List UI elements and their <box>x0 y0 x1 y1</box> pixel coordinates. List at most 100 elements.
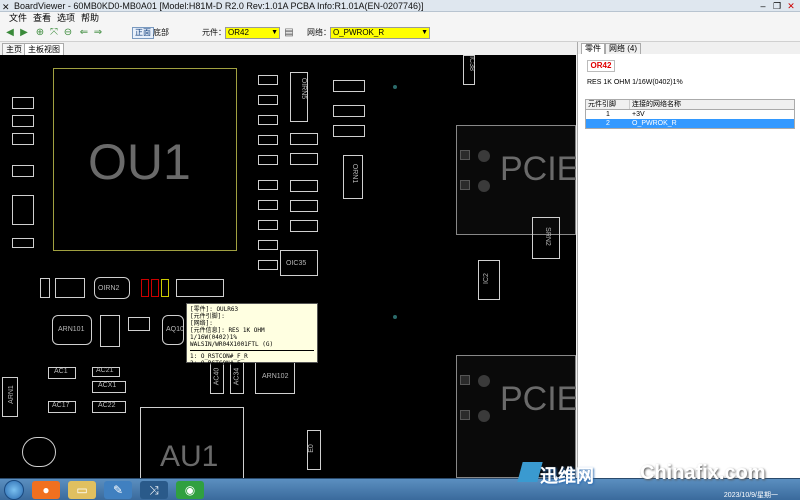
firefox-icon[interactable]: ● <box>32 481 60 499</box>
component[interactable] <box>55 278 85 298</box>
component[interactable] <box>22 437 56 467</box>
part-label: OIRN2 <box>98 285 120 292</box>
watermark-en: Chinafix.com <box>640 462 766 484</box>
highlighted-component[interactable] <box>161 279 169 297</box>
component[interactable] <box>12 115 34 127</box>
part-label: E0 <box>307 444 315 453</box>
close-button[interactable]: ✕ <box>784 0 798 12</box>
component[interactable] <box>290 200 318 212</box>
component[interactable] <box>128 317 150 331</box>
panel-tabs: 零件 网络 (4) <box>578 42 800 54</box>
zoom-in-icon[interactable]: ⊕ <box>34 27 46 39</box>
component[interactable] <box>12 97 34 109</box>
component[interactable] <box>40 278 50 298</box>
part-label: AC17 <box>52 402 70 409</box>
component[interactable] <box>290 220 318 232</box>
component-label: 元件： <box>202 28 226 37</box>
component[interactable] <box>258 155 278 165</box>
tab-board-view[interactable]: 主板视图 <box>24 43 64 55</box>
restore-button[interactable]: ❐ <box>770 0 784 12</box>
pcie-pin <box>460 180 470 190</box>
top-side-button[interactable]: 正面 <box>132 27 154 39</box>
board-canvas[interactable]: OU1 OIRN2 ARN101 AQ10 OIRN5 ORN1 OIC35 P… <box>0 55 576 478</box>
view-tabs: 主页 主板视图 <box>0 42 576 55</box>
component[interactable] <box>258 180 278 190</box>
tooltip-pin2: 2: O_RSTCON#_F <box>190 360 241 367</box>
tooltip-divider <box>190 350 314 351</box>
tooltip-vendor: WALSIN/WR04X1001FTL (G) <box>190 341 274 348</box>
forward-icon[interactable]: ▶ <box>18 27 30 39</box>
table-row[interactable]: 2 O_PWROK_R <box>586 119 794 128</box>
rotate-right-icon[interactable]: ⇒ <box>92 27 104 39</box>
component[interactable] <box>258 75 278 85</box>
pin-table: 元件引脚 连接的网络名称 1 +3V 2 O_PWROK_R <box>585 99 795 129</box>
component[interactable] <box>290 153 318 165</box>
component[interactable] <box>258 95 278 105</box>
component[interactable] <box>12 165 34 177</box>
column-divider <box>629 100 630 109</box>
boardviewer-taskbar-icon[interactable]: ✎ <box>104 481 132 499</box>
component[interactable] <box>12 195 34 225</box>
rotate-left-icon[interactable]: ⇐ <box>78 27 90 39</box>
menu-options[interactable]: 选项 <box>54 12 78 25</box>
menu-view[interactable]: 查看 <box>30 12 54 25</box>
component[interactable] <box>12 238 34 248</box>
clock: 2023/10/9/星期一 <box>723 492 778 499</box>
component[interactable] <box>290 133 318 145</box>
component[interactable] <box>258 135 278 145</box>
pcie-pin <box>478 150 490 162</box>
component[interactable] <box>290 180 318 192</box>
wechat-icon[interactable]: ◉ <box>176 481 204 499</box>
component[interactable] <box>333 80 365 92</box>
table-row[interactable]: 1 +3V <box>586 110 794 119</box>
component[interactable] <box>258 220 278 230</box>
component[interactable] <box>258 115 278 125</box>
part-label: AC1 <box>54 368 68 375</box>
chevron-down-icon: ▼ <box>271 29 278 36</box>
zoom-out-icon[interactable]: ⊖ <box>62 27 74 39</box>
component[interactable] <box>333 105 365 117</box>
watermark-cn: 迅维网 <box>540 466 594 486</box>
part-label: OIRN5 <box>300 77 308 100</box>
title-bar: ✕ BoardViewer - 60MB0KD0-MB0A01 [Model:H… <box>0 0 800 12</box>
minimize-button[interactable]: – <box>756 0 770 12</box>
component[interactable] <box>12 133 34 145</box>
component[interactable] <box>258 240 278 250</box>
component[interactable] <box>258 260 278 270</box>
component[interactable] <box>100 315 120 347</box>
component[interactable] <box>141 279 149 297</box>
component[interactable] <box>151 279 159 297</box>
part-label: ACX1 <box>98 382 117 389</box>
chevron-down-icon: ▼ <box>421 29 428 36</box>
start-button[interactable] <box>4 480 24 500</box>
pcie-pin <box>460 410 470 420</box>
back-icon[interactable]: ◀ <box>4 27 16 39</box>
component-search-icon[interactable]: ▤ <box>283 27 295 39</box>
tab-component[interactable]: 零件 <box>581 43 605 54</box>
component[interactable] <box>176 279 224 297</box>
pcie-pin <box>460 150 470 160</box>
menu-file[interactable]: 文件 <box>6 12 30 25</box>
header-net[interactable]: 连接的网络名称 <box>632 100 681 109</box>
tooltip-part: [零件]: OULR63 <box>190 306 239 313</box>
pcie-pin <box>478 410 490 422</box>
table-header: 元件引脚 连接的网络名称 <box>586 100 794 110</box>
tooltip-pin1: 1: O_RSTCON#_F_R <box>190 353 248 360</box>
net-combo[interactable]: O_PWROK_R ▼ <box>330 27 430 39</box>
tab-net[interactable]: 网络 (4) <box>605 43 641 54</box>
row-pin: 2 <box>606 120 610 127</box>
component[interactable] <box>258 200 278 210</box>
folder-icon[interactable]: ▭ <box>68 481 96 499</box>
component-combo[interactable]: OR42 ▼ <box>225 27 280 39</box>
header-pin[interactable]: 元件引脚 <box>588 100 628 109</box>
shuffle-icon[interactable]: ⤨ <box>140 481 168 499</box>
tab-home[interactable]: 主页 <box>2 43 26 55</box>
pcie-pin <box>460 375 470 385</box>
part-label: IC38 <box>467 56 475 71</box>
menu-help[interactable]: 帮助 <box>78 12 102 25</box>
bottom-side-button[interactable]: 底部 <box>153 27 169 39</box>
zoom-fit-icon[interactable]: ⤧ <box>48 27 60 39</box>
component[interactable] <box>333 125 365 137</box>
toolbar: ◀ ▶ ⊕ ⤧ ⊖ ⇐ ⇒ 正面 底部 元件： OR42 ▼ ▤ 网络： O_P… <box>0 25 800 42</box>
part-label: AC21 <box>96 367 114 374</box>
